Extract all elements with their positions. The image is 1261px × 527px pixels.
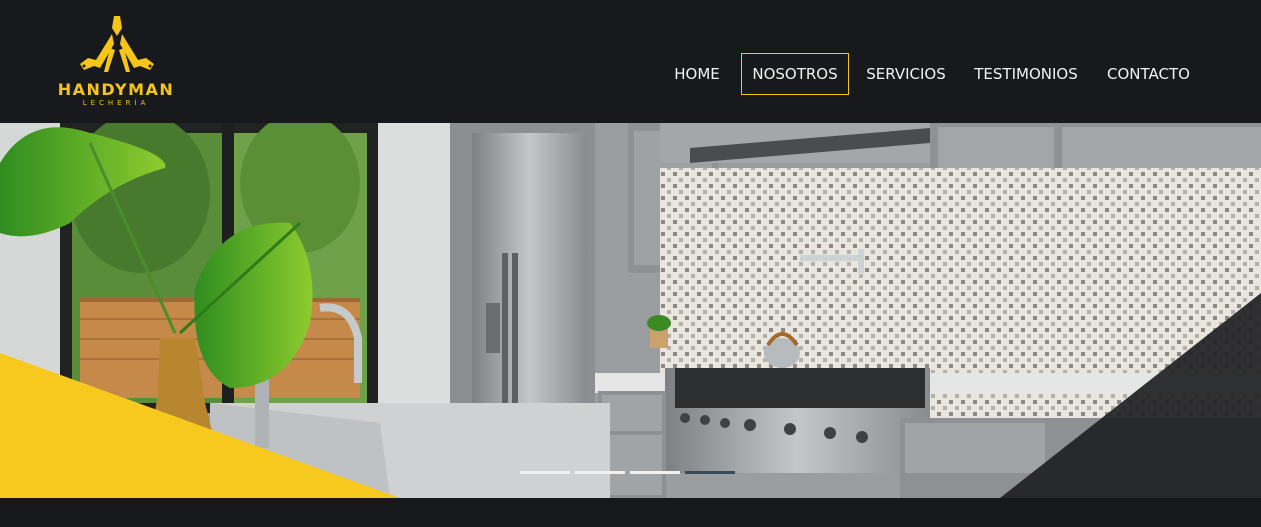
slide-dot-1[interactable] [520,471,570,474]
brand-tagline: LECHERÍA [82,99,150,107]
main-nav: HOME NOSOTROS SERVICIOS TESTIMONIOS CONT… [0,53,1261,95]
nav-home[interactable]: HOME [664,53,730,95]
slide-dot-2[interactable] [575,471,625,474]
nav-servicios[interactable]: SERVICIOS [860,53,952,95]
section-band [0,498,1261,527]
nav-contacto[interactable]: CONTACTO [1100,53,1197,95]
slide-dot-3[interactable] [630,471,680,474]
nav-testimonios[interactable]: TESTIMONIOS [965,53,1087,95]
hero-slider[interactable] [0,123,1261,498]
slide-dot-4[interactable] [685,471,735,474]
site-header: HANDYMAN LECHERÍA HOME NOSOTROS SERVICIO… [0,0,1261,123]
kitchen-photo [0,123,1261,498]
nav-nosotros[interactable]: NOSOTROS [741,53,849,95]
